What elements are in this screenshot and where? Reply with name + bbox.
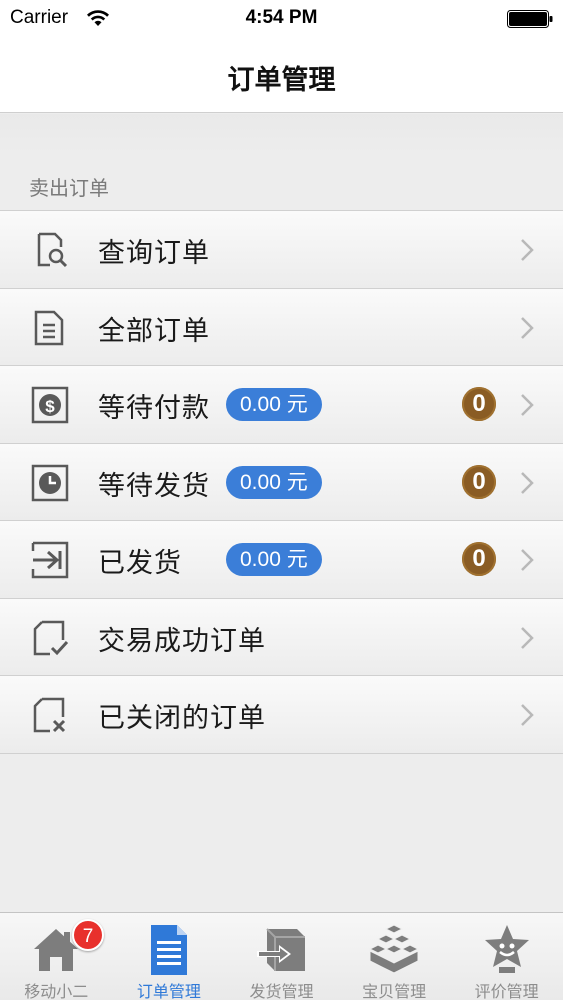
notification-badge: 7 [72,919,104,951]
order-list: 查询订单 全部订单 $ 等待付款 0.00 元 0 等待发货 0.00 元 0 … [0,210,563,754]
content-area: 卖出订单 查询订单 全部订单 $ 等待付款 0.00 元 0 等待发货 0.00… [0,114,563,912]
row-all-orders[interactable]: 全部订单 [0,288,563,366]
row-closed-orders[interactable]: 已关闭的订单 [0,676,563,754]
amount-pill: 0.00 元 [226,465,322,499]
tab-review-management[interactable]: 评价管理 [450,913,563,1000]
chevron-right-icon [521,471,534,494]
row-label: 等待付款 [98,393,210,424]
order-document-icon [150,925,187,975]
count-badge: 0 [462,542,496,576]
chevron-right-icon [521,549,534,571]
tab-item-management[interactable]: 宝贝管理 [338,913,451,1000]
tab-mobile-assistant[interactable]: 7 移动小二 [0,913,113,1000]
amount-pill: 0.00 元 [226,388,322,421]
row-shipped[interactable]: 已发货 0.00 元 0 [0,521,563,599]
chevron-right-icon [521,239,534,261]
row-label: 等待发货 [98,470,210,502]
row-label: 已发货 [98,548,182,579]
tab-shipping-management[interactable]: 发货管理 [225,913,338,1000]
status-bar: Carrier 4:54 PM [0,0,563,40]
boxes-icon [368,924,420,974]
document-list-icon [34,310,64,345]
count-badge: 0 [462,387,496,421]
document-close-icon [33,697,66,733]
money-icon: $ [31,386,69,424]
row-label: 全部订单 [98,315,210,347]
row-label: 查询订单 [98,238,210,269]
search-document-icon [37,232,68,268]
row-successful-orders[interactable]: 交易成功订单 [0,598,563,676]
row-query-orders[interactable]: 查询订单 [0,211,563,289]
page-title: 订单管理 [227,65,336,96]
tab-label: 评价管理 [474,982,539,1000]
chevron-right-icon [521,626,534,649]
row-label: 交易成功订单 [98,625,266,657]
chevron-right-icon [521,704,534,726]
navigation-bar: 订单管理 [0,40,563,113]
amount-pill: 0.00 元 [226,543,322,576]
chevron-right-icon [521,394,534,416]
shipped-arrow-icon [31,541,69,579]
row-label: 已关闭的订单 [98,703,266,734]
tab-label: 移动小二 [24,982,89,1000]
tab-label: 订单管理 [136,982,201,1000]
tab-label: 发货管理 [249,982,314,1000]
row-awaiting-shipment[interactable]: 等待发货 0.00 元 0 [0,443,563,521]
svg-text:$: $ [45,397,55,416]
star-face-icon [484,925,529,973]
row-awaiting-payment[interactable]: $ 等待付款 0.00 元 0 [0,366,563,444]
tab-order-management[interactable]: 订单管理 [113,913,226,1000]
clock-time: 4:54 PM [245,7,318,28]
chevron-right-icon [521,316,534,339]
tab-bar: 7 移动小二 订单管理 发货管理 宝贝管理 评价管理 [0,912,563,1000]
tab-label: 宝贝管理 [362,982,427,1000]
shipping-icon [257,928,306,971]
battery-icon [507,10,553,28]
document-check-icon [33,620,69,655]
count-badge: 0 [462,464,496,499]
clock-icon [31,464,69,501]
section-header: 卖出订单 [29,176,109,200]
